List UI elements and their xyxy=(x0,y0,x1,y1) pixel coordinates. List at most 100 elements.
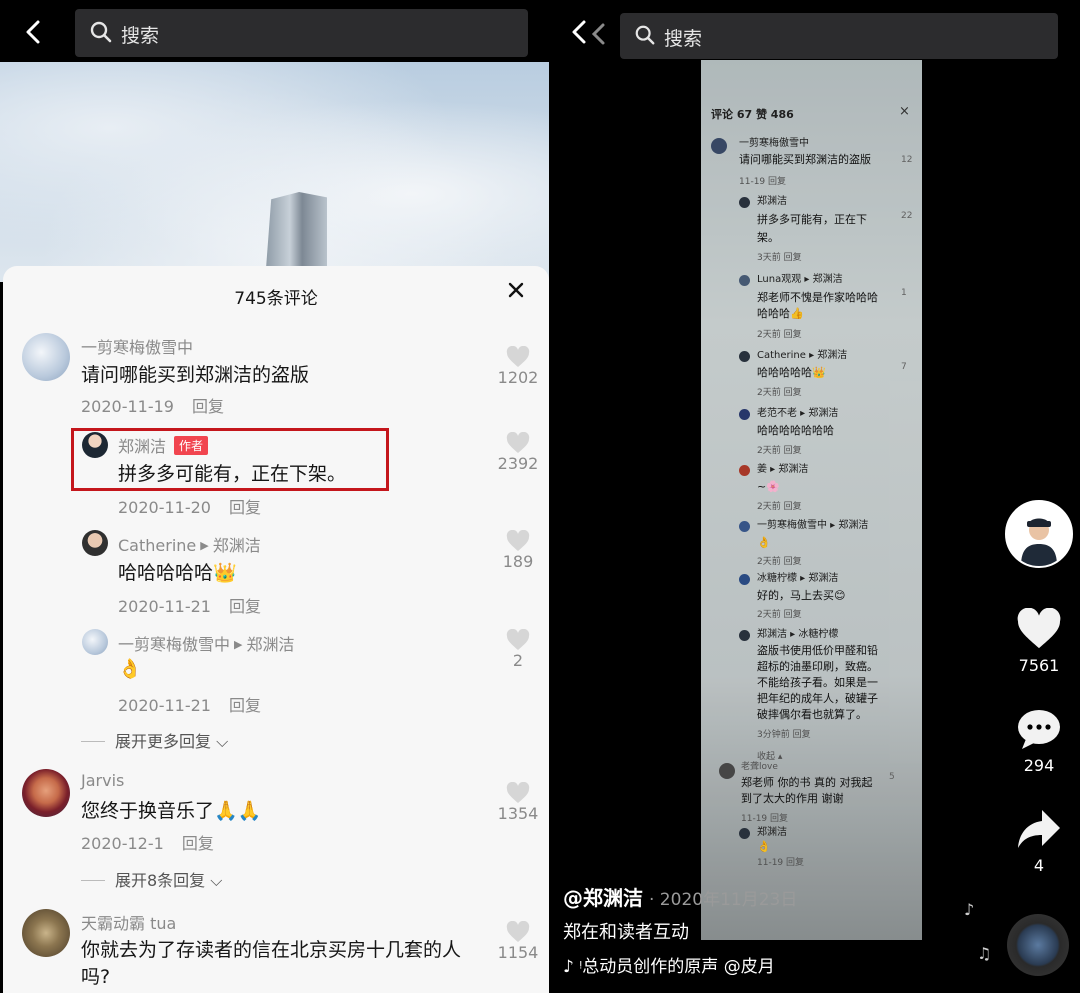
comment-date: 2020-11-21 xyxy=(118,696,211,715)
back-shadow-icon xyxy=(587,20,609,54)
like-count: 1202 xyxy=(497,368,539,387)
like-button[interactable]: 189 xyxy=(493,530,543,571)
comment-date: 2020-11-19 xyxy=(81,397,174,416)
chevron-down-icon: ⌵ xyxy=(205,871,223,890)
reply-button[interactable]: 回复 xyxy=(182,834,214,853)
heart-icon xyxy=(506,346,530,367)
heart-icon xyxy=(506,921,530,942)
like-button[interactable]: 1354 xyxy=(493,782,543,823)
comment-text: 您终于换音乐了🙏🙏 xyxy=(81,800,262,822)
phone-line: 盗版书使用低价甲醛和铅 xyxy=(757,644,878,657)
heart-icon xyxy=(506,432,530,453)
phone-avatar xyxy=(739,630,750,641)
comment-count: 294 xyxy=(1023,756,1055,775)
comment-meta: 2020-11-20 回复 xyxy=(118,494,279,518)
phone-line: 11-19 回复 xyxy=(757,858,805,868)
phone-avatar xyxy=(739,465,750,476)
comment-text: 你就去为了存读者的信在北京买房十几套的人 xyxy=(81,939,462,961)
phone-line: 👌 xyxy=(757,840,771,853)
share-count: 4 xyxy=(1033,856,1045,875)
like-count: 1154 xyxy=(497,943,539,962)
reply-button[interactable]: 回复 xyxy=(229,597,261,616)
like-button[interactable]: 7561 xyxy=(1009,607,1069,675)
phone-line: Catherine ▸ 郑渊洁 xyxy=(757,350,848,361)
screenshot-root: 搜索 745条评论 一剪寒梅傲雪中 请问哪能买到郑渊洁的盗版 2020-11-1… xyxy=(0,0,1080,993)
video-description: 郑在和读者互动 xyxy=(563,922,689,943)
expand-replies-button[interactable]: 展开8条回复 ⌵ xyxy=(81,867,222,891)
like-button[interactable]: 2392 xyxy=(493,432,543,473)
reply-button[interactable]: 回复 xyxy=(229,498,261,517)
phone-line: 郑老师 你的书 真的 对我起 xyxy=(741,776,873,789)
video-author[interactable]: @郑渊洁 · 2020年11月23日 xyxy=(563,882,797,911)
search-placeholder: 搜索 xyxy=(121,25,160,47)
comment-text: 👌 xyxy=(118,658,142,680)
phone-like-count: 12 xyxy=(901,155,913,165)
music-disc-icon[interactable] xyxy=(1007,914,1069,976)
comment-sheet: 745条评论 一剪寒梅傲雪中 请问哪能买到郑渊洁的盗版 2020-11-19 回复… xyxy=(3,266,549,993)
author-avatar-button[interactable] xyxy=(1005,500,1073,568)
phone-line: 2天前 回复 xyxy=(757,330,802,340)
close-icon[interactable] xyxy=(507,280,525,305)
music-info[interactable]: ♪ ᵎ总动员创作的原声 @皮月 xyxy=(563,952,775,977)
phone-line: 2天前 回复 xyxy=(757,446,802,456)
phone-line: 2天前 回复 xyxy=(757,610,802,620)
phone-like-count: 7 xyxy=(901,362,907,372)
comment-username[interactable]: 天霸动霸 tua xyxy=(81,910,176,934)
phone-line: 11-19 回复 xyxy=(739,177,787,187)
like-button[interactable]: 1202 xyxy=(493,346,543,387)
expand-replies-button[interactable]: 展开更多回复 ⌵ xyxy=(81,728,228,752)
phone-line: 好的，马上去买😊 xyxy=(757,589,846,602)
comment-date: 2020-12-1 xyxy=(81,834,164,853)
search-input[interactable]: 搜索 xyxy=(75,9,528,57)
like-count: 189 xyxy=(502,552,534,571)
phone-avatar xyxy=(711,138,727,154)
comment-text-continued: 吗? xyxy=(81,966,111,988)
phone-avatar xyxy=(739,828,750,839)
reply-button[interactable]: 回复 xyxy=(192,397,224,416)
phone-line: 到了太大的作用 谢谢 xyxy=(741,792,844,805)
comment-text: 哈哈哈哈哈👑 xyxy=(118,558,237,585)
avatar[interactable] xyxy=(22,909,70,957)
phone-line: ~🌸 xyxy=(757,480,780,493)
phone-avatar xyxy=(739,275,750,286)
search-icon xyxy=(634,24,656,50)
avatar[interactable] xyxy=(22,333,70,381)
comment-text-body: 哈哈哈哈哈 xyxy=(118,562,214,584)
music-note-icon: ♫ xyxy=(977,944,992,963)
comment-username[interactable]: 一剪寒梅傲雪中 xyxy=(81,334,193,358)
divider-line xyxy=(81,880,105,881)
phone-line: 老聋love xyxy=(741,762,778,772)
share-button[interactable]: 4 xyxy=(1009,808,1069,875)
phone-avatar xyxy=(719,763,735,779)
phone-line: 2天前 回复 xyxy=(757,557,802,567)
phone-avatar xyxy=(739,409,750,420)
reply-button[interactable]: 回复 xyxy=(229,696,261,715)
avatar[interactable] xyxy=(82,629,108,655)
comment-username[interactable]: 一剪寒梅傲雪中 ▶ 郑渊洁 xyxy=(118,631,295,655)
search-input[interactable]: 搜索 xyxy=(620,13,1058,59)
phone-line: 3分钟前 回复 xyxy=(757,730,811,740)
phone-line: 姜 ▸ 郑渊洁 xyxy=(757,464,809,475)
comment-meta: 2020-11-21 回复 xyxy=(118,593,279,617)
like-button[interactable]: 2 xyxy=(493,629,543,670)
comment-username[interactable]: Jarvis xyxy=(81,771,124,790)
comment-button[interactable]: 294 xyxy=(1009,708,1069,775)
left-screen: 搜索 745条评论 一剪寒梅傲雪中 请问哪能买到郑渊洁的盗版 2020-11-1… xyxy=(0,0,549,993)
music-note-icon: ♪ xyxy=(964,900,975,919)
phone-avatar xyxy=(739,197,750,208)
reply-author: 一剪寒梅傲雪中 xyxy=(118,635,231,654)
phone-line: 一剪寒梅傲雪中 ▸ 郑渊洁 xyxy=(757,520,869,531)
reply-arrow-icon: ▶ xyxy=(234,638,243,651)
back-icon[interactable] xyxy=(20,18,48,46)
phone-line: Luna观观 ▸ 郑渊洁 xyxy=(757,274,843,285)
comment-meta: 2020-12-1 回复 xyxy=(81,830,232,854)
phone-line: 11-19 回复 xyxy=(741,814,789,824)
avatar[interactable] xyxy=(22,769,70,817)
avatar[interactable] xyxy=(82,530,108,556)
phone-line: 冰糖柠檬 ▸ 郑渊洁 xyxy=(757,573,839,584)
like-count: 2 xyxy=(512,651,524,670)
top-bar: 搜索 xyxy=(0,0,549,62)
search-icon xyxy=(89,20,113,48)
comment-username[interactable]: Catherine ▶ 郑渊洁 xyxy=(118,532,261,556)
like-button[interactable]: 1154 xyxy=(493,921,543,962)
